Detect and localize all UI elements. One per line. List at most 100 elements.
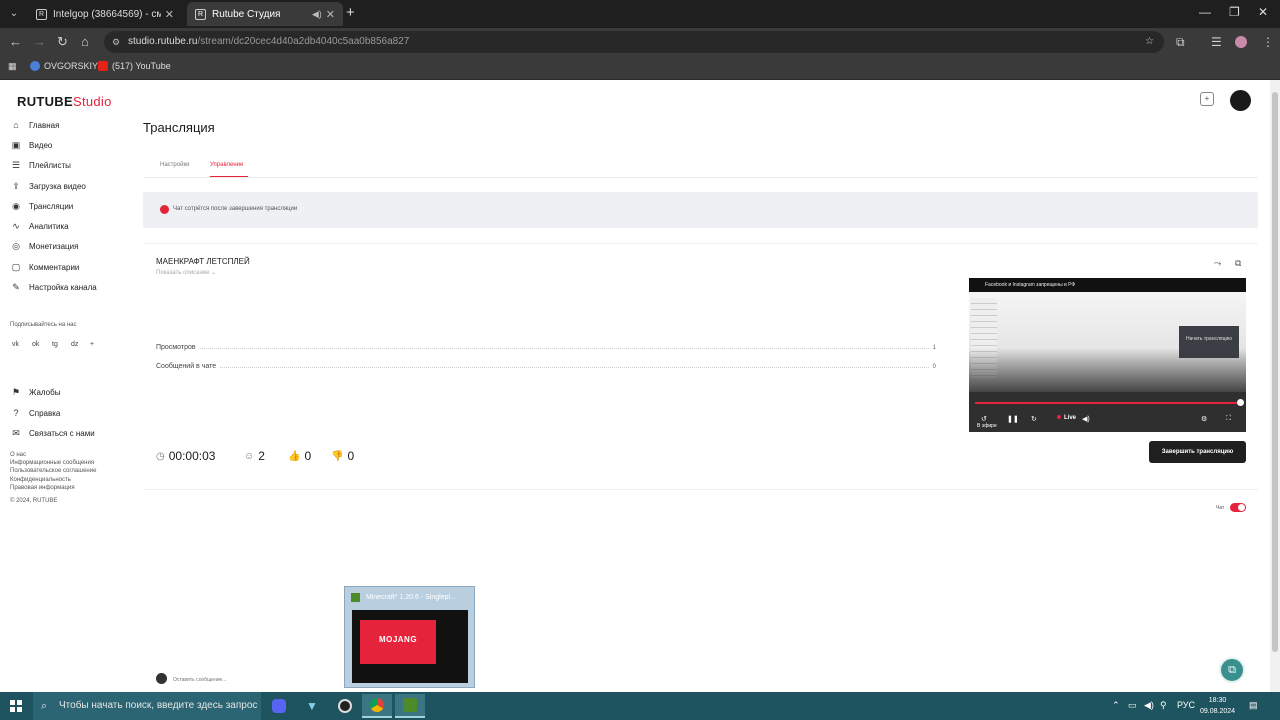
ok-icon[interactable]: ok <box>32 341 39 348</box>
bookmark-ovgorskiy[interactable]: OVGORSKIY <box>30 61 98 71</box>
audio-playing-icon[interactable]: ◀) <box>312 9 322 20</box>
bookmark-youtube[interactable]: (517) YouTube <box>98 61 171 71</box>
volume-icon[interactable]: ◀) <box>1082 415 1090 423</box>
show-description-link[interactable]: Показать описание ⌄ <box>156 269 216 276</box>
share-icon[interactable]: ⤳ <box>1214 258 1221 269</box>
warning-icon <box>160 205 169 214</box>
sidebar-item-contact[interactable]: ✉ Связаться с нами <box>11 428 94 439</box>
footer-about-link[interactable]: О нас <box>10 452 26 458</box>
sidebar-item-video[interactable]: ▣ Видео <box>11 140 53 151</box>
reload-icon[interactable]: ↻ <box>57 34 68 50</box>
tab-search-chevron-icon[interactable]: ⌄ <box>6 6 22 22</box>
forward-icon[interactable]: → <box>33 34 46 50</box>
thumbs-down-icon: 👎 <box>331 450 344 462</box>
browser-tab-1[interactable]: R Intelgop (38664569) - смотреть ✕ <box>28 2 182 26</box>
chat-card: Чат <box>143 489 1258 690</box>
extensions-icon[interactable]: ⧉ <box>1176 34 1185 50</box>
apps-icon[interactable]: ▦ <box>8 61 17 72</box>
player-progress-knob[interactable] <box>1237 399 1244 406</box>
new-tab-button[interactable]: + <box>346 5 355 21</box>
maximize-icon[interactable]: ❐ <box>1229 5 1240 19</box>
notifications-icon[interactable]: ▤ <box>1249 700 1258 711</box>
sidebar-item-comments[interactable]: ▢ Комментарии <box>11 262 80 273</box>
sidebar-item-playlists[interactable]: ☰ Плейлисты <box>11 160 71 171</box>
user-avatar[interactable] <box>1230 90 1251 111</box>
browser-tab-2-active[interactable]: R Rutube Студия ◀) ✕ <box>187 2 343 26</box>
sidebar-item-analytics[interactable]: ∿ Аналитика <box>11 221 68 232</box>
vpn-taskbar-icon[interactable]: ▼ <box>297 694 327 718</box>
close-tab-icon[interactable]: ✕ <box>326 8 335 21</box>
fullscreen-icon[interactable]: ⛶ <box>1226 415 1231 423</box>
forward-icon[interactable]: ↻ <box>1031 415 1037 423</box>
microphone-icon[interactable]: ⚲ <box>1160 700 1167 711</box>
tab-management[interactable]: Управление <box>210 162 243 168</box>
language-indicator[interactable]: РУС <box>1177 700 1195 710</box>
stream-preview-player[interactable]: Facebook и Instagram запрещены в РФ Нача… <box>969 278 1246 432</box>
volume-icon[interactable]: ◀) <box>1144 700 1154 711</box>
player-progress-bar[interactable] <box>975 402 1240 404</box>
url-path: /stream/dc20cec4d40a2db4040c5aa0b856a827 <box>197 36 410 47</box>
sidebar-item-help[interactable]: ? Справка <box>11 408 60 418</box>
bookmark-star-icon[interactable]: ☆ <box>1145 31 1154 53</box>
viewers-metric: ☺ 2 <box>244 449 265 463</box>
stream-card: МАЕНКРАФТ ЛЕТСПЛЕЙ Показать описание ⌄ П… <box>143 243 1258 476</box>
chat-message-input[interactable] <box>173 675 1153 685</box>
live-dot <box>1057 415 1061 420</box>
footer-privacy-link[interactable]: Конфиденциальность <box>10 477 71 483</box>
site-info-icon[interactable]: ⚙ <box>112 31 120 53</box>
floating-support-button[interactable]: ⧉ <box>1219 657 1245 683</box>
scrollbar-thumb[interactable] <box>1272 92 1278 652</box>
dzen-icon[interactable]: dz <box>71 341 78 348</box>
footer-agreement-link[interactable]: Пользовательское соглашение <box>10 468 96 474</box>
tray-overflow-icon[interactable]: ⌃ <box>1112 700 1120 711</box>
page-scrollbar[interactable] <box>1270 80 1280 692</box>
close-window-icon[interactable]: ✕ <box>1258 5 1268 19</box>
open-external-icon[interactable]: ⧉ <box>1235 258 1241 269</box>
add-content-icon[interactable]: + <box>1200 92 1214 106</box>
url-bar[interactable]: ⚙ studio.rutube.ru/stream/dc20cec4d40a2d… <box>104 31 1164 53</box>
sidebar-item-upload[interactable]: ⇪ Загрузка видео <box>11 181 86 192</box>
obs-taskbar-icon[interactable] <box>330 694 360 718</box>
sidebar-item-home[interactable]: ⌂ Главная <box>11 120 59 130</box>
sidebar-item-channel-settings[interactable]: ✎ Настройка канала <box>11 282 97 293</box>
sidebar-item-monetization[interactable]: ◎ Монетизация <box>11 241 78 252</box>
chrome-taskbar-icon[interactable] <box>362 694 392 718</box>
network-icon[interactable]: ▭ <box>1128 700 1137 711</box>
page-tabs: Настройки Управление <box>143 156 1258 178</box>
more-social-icon[interactable]: + <box>90 341 94 348</box>
menu-kebab-icon[interactable]: ⋮ <box>1262 34 1274 50</box>
vk-icon[interactable]: vk <box>12 341 19 348</box>
bookmarks-bar: ▦ OVGORSKIY (517) YouTube <box>0 56 1280 80</box>
home-icon[interactable]: ⌂ <box>81 34 89 50</box>
back-icon[interactable]: ← <box>9 34 22 50</box>
rutube-studio-logo[interactable]: RUTUBEStudio <box>17 94 112 109</box>
system-clock[interactable]: 18:30 09.08.2024 <box>1200 695 1235 717</box>
chat-user-avatar <box>156 673 167 684</box>
minecraft-taskbar-icon[interactable] <box>395 694 425 718</box>
taskbar-window-preview[interactable]: Minecraft* 1.20.6 - Singlepl... MOJANG <box>344 586 475 688</box>
sidebar-item-broadcasts[interactable]: ◉ Трансляции <box>11 201 73 212</box>
taskbar-search-box[interactable]: ⌕ Чтобы начать поиск, введите здесь запр… <box>33 692 261 720</box>
sidebar-item-complaints[interactable]: ⚑ Жалобы <box>11 387 61 398</box>
notice-text: Чат сотрётся после завершения трансляции <box>173 206 298 212</box>
telegram-icon[interactable]: tg <box>52 341 58 348</box>
pause-icon[interactable]: ❚❚ <box>1007 415 1019 423</box>
close-tab-icon[interactable]: ✕ <box>165 8 174 21</box>
rewind-icon[interactable]: ↺ <box>981 415 987 423</box>
home-icon: ⌂ <box>13 120 19 130</box>
settings-gear-icon[interactable]: ⚙ <box>1201 415 1207 423</box>
footer-legal-link[interactable]: Правовая информация <box>10 485 75 491</box>
discord-taskbar-icon[interactable] <box>264 694 294 718</box>
windows-start-icon[interactable] <box>10 700 22 712</box>
video-icon: ▣ <box>11 140 21 150</box>
minimize-icon[interactable]: — <box>1199 5 1211 19</box>
chat-toggle[interactable] <box>1230 503 1246 512</box>
footer-info-link[interactable]: Информационные сообщения <box>10 460 94 466</box>
reading-list-icon[interactable]: ☰ <box>1211 34 1222 50</box>
end-stream-button[interactable]: Завершить трансляцию <box>1149 441 1246 463</box>
playlist-icon: ☰ <box>11 160 21 170</box>
profile-avatar[interactable] <box>1235 36 1247 48</box>
tab-settings[interactable]: Настройки <box>160 162 189 168</box>
preview-window-title: Minecraft* 1.20.6 - Singlepl... <box>351 593 456 602</box>
monetization-icon: ◎ <box>12 241 20 251</box>
